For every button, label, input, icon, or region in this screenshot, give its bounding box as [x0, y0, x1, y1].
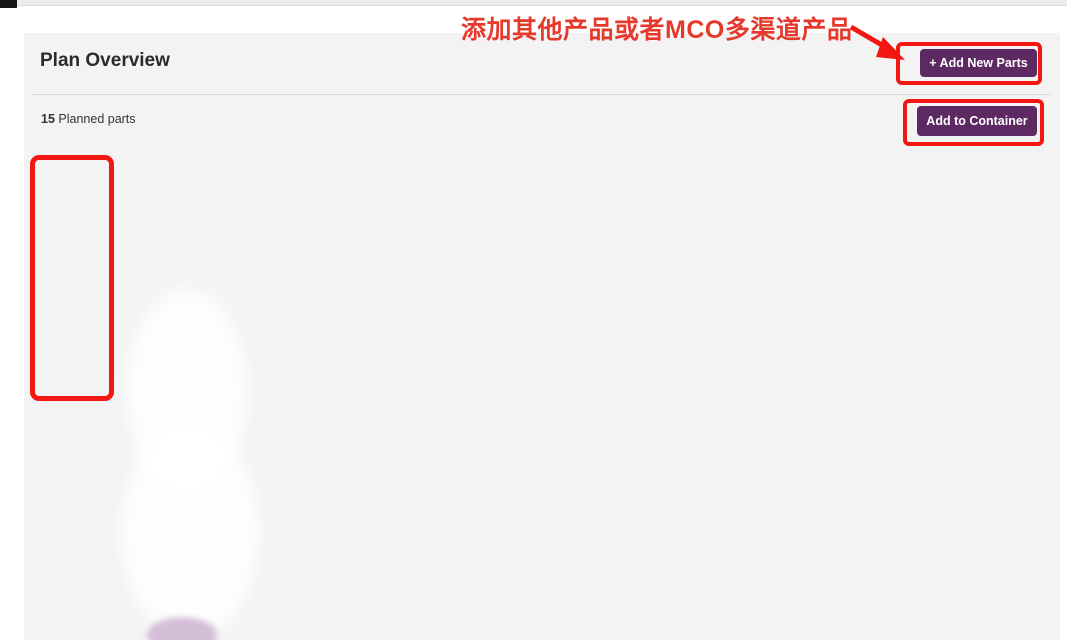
annotation-text: 添加其他产品或者MCO多渠道产品: [461, 10, 852, 46]
annotation-arrow: [845, 20, 915, 72]
blur-smudge: [120, 425, 260, 640]
annotation-highlight-add-new-parts: [896, 42, 1042, 85]
annotation-highlight-add-to-container: [903, 99, 1044, 146]
window-corner-fragment: [0, 0, 17, 8]
browser-top-strip: [0, 0, 1067, 6]
planned-parts-number: 15: [41, 112, 55, 126]
page-title: Plan Overview: [40, 50, 170, 72]
planned-parts-count: 15 Planned parts: [41, 112, 136, 126]
planned-parts-label: Planned parts: [58, 112, 135, 126]
annotation-highlight-checkbox-column: [30, 155, 114, 401]
divider: [33, 94, 1051, 95]
